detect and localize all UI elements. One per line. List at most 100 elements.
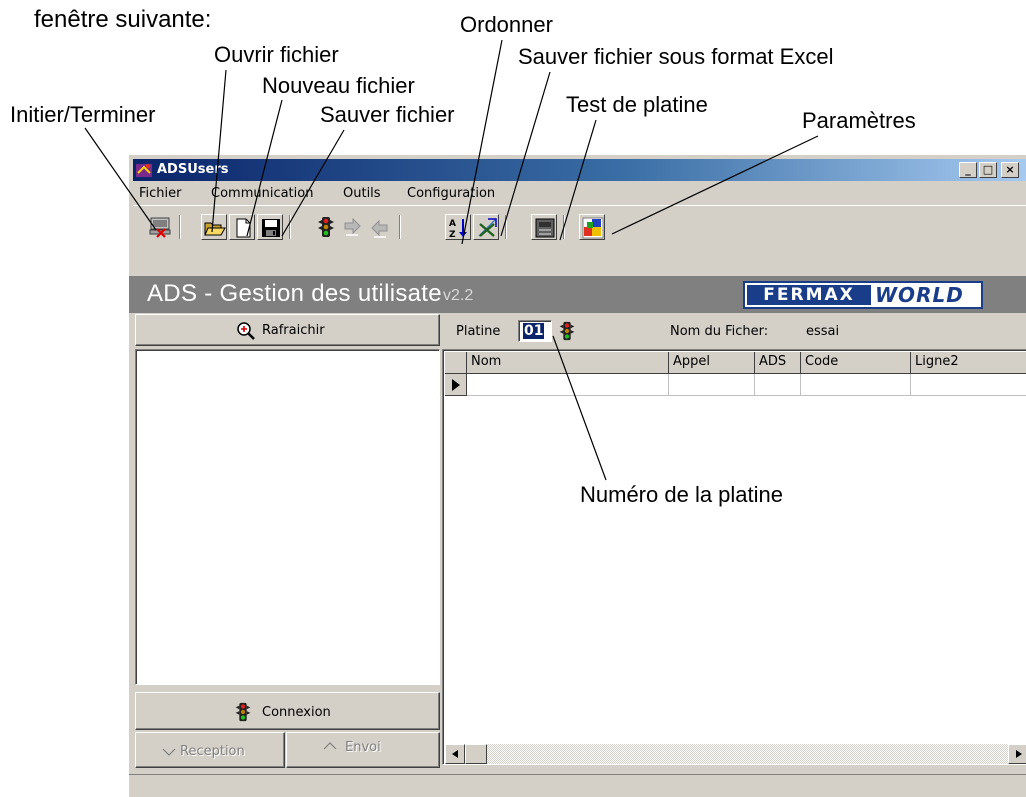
arrow-right-icon [1016,750,1022,758]
callout-ouvrir-fichier: Ouvrir fichier [214,42,339,67]
grid-corner [445,352,467,374]
callout-sauver-excel: Sauver fichier sous format Excel [518,44,834,69]
receive-arrow-icon [344,217,361,236]
app-banner: ADS - Gestion des utilisateurs v2.2 FERM… [129,276,1026,313]
column-header-nom[interactable]: Nom [467,352,669,374]
test-platine-button[interactable] [531,214,557,240]
platine-list[interactable] [135,349,440,685]
table-cell-nom[interactable] [467,374,669,396]
toolbar-separator [563,215,565,239]
svg-text:Z: Z [449,230,456,240]
maximize-button[interactable]: □ [979,162,997,178]
status-bar [129,774,1026,797]
connect-toolbar-button[interactable] [313,214,339,240]
callout-initier-terminer: Initier/Terminer [10,102,156,127]
sort-az-icon: A Z [449,219,467,240]
menu-outils[interactable]: Outils [343,186,381,201]
toolbar-separator [179,215,181,239]
scroll-left-button[interactable] [445,744,465,764]
zoom-refresh-icon [237,322,255,340]
user-grid[interactable]: Nom Appel ADS Code Ligne2 [442,349,1026,765]
callout-numero-platine: Numéro de la platine [580,482,784,507]
panel-test-icon [535,218,555,238]
menu-fichier[interactable]: Fichier [139,186,182,201]
table-cell-ligne2[interactable] [911,374,1026,396]
envoi-label: Envoi [345,740,381,755]
toolbar-separator [289,215,291,239]
sort-button[interactable]: A Z [445,214,471,240]
callout-ordonner: Ordonner [460,12,553,37]
menu-communication[interactable]: Communication [211,186,313,201]
parameters-icon [582,217,604,239]
refresh-button[interactable]: Rafraichir [135,314,440,346]
column-header-code[interactable]: Code [801,352,911,374]
table-cell-code[interactable] [801,374,911,396]
table-cell-ads[interactable] [755,374,801,396]
horizontal-scrollbar[interactable] [445,744,1026,764]
file-name-value: essai [806,324,840,339]
fermax-world-logo: FERMAX WORLD [743,281,983,309]
open-file-button[interactable] [201,214,227,240]
initiate-terminate-icon [149,217,171,238]
file-name-label: Nom du Ficher: [670,324,769,339]
save-excel-button[interactable] [473,214,499,240]
open-folder-icon [204,222,226,236]
row-indicator[interactable] [445,374,467,396]
toolbar-separator [399,215,401,239]
minimize-button[interactable]: _ [959,162,977,178]
arrow-left-icon [452,750,458,758]
traffic-light-icon [559,321,575,341]
reception-label: Reception [180,744,245,759]
toolbar: A Z [133,205,1026,249]
receive-toolbar-button[interactable] [339,214,365,240]
send-arrow-icon [371,219,388,238]
callout-parametres: Paramètres [802,108,916,133]
parameters-button[interactable] [579,214,605,240]
refresh-label: Rafraichir [262,323,325,338]
envoi-button[interactable]: Envoi [286,732,440,768]
column-header-appel[interactable]: Appel [669,352,755,374]
traffic-light-icon [318,217,334,237]
column-header-ligne2[interactable]: Ligne2 [911,352,1026,374]
adsusers-window: ADSUsers _ □ × Fichier Communication Out… [128,154,1026,797]
callout-nouveau-fichier: Nouveau fichier [262,73,415,98]
scroll-right-button[interactable] [1008,744,1026,764]
chevron-up-icon [323,742,337,750]
fermax-logo-text: FERMAX [747,285,871,305]
close-button[interactable]: × [1001,162,1019,178]
row-pointer-icon [452,379,460,391]
world-logo-text: WORLD [875,283,964,307]
platine-row: Platine 01 Nom du Ficher: essai [442,314,1026,347]
connect-button[interactable]: Connexion [135,692,440,730]
column-header-ads[interactable]: ADS [755,352,801,374]
title-bar[interactable]: ADSUsers _ □ × [133,159,1026,181]
right-panel: Platine 01 Nom du Ficher: essai Nom Appe… [442,314,1026,766]
callout-sauver-fichier: Sauver fichier [320,102,455,127]
new-file-icon [236,218,251,238]
table-cell-appel[interactable] [669,374,755,396]
menu-bar: Fichier Communication Outils Configurati… [133,182,1026,204]
chevron-down-icon [162,748,176,756]
excel-export-icon [478,218,497,237]
connect-label: Connexion [262,705,331,720]
save-file-button[interactable] [257,214,283,240]
window-title: ADSUsers [157,162,229,177]
send-toolbar-button[interactable] [367,214,393,240]
svg-text:A: A [449,219,456,229]
menu-configuration[interactable]: Configuration [407,186,495,201]
initiate-terminate-button[interactable] [147,214,173,240]
banner-title: ADS - Gestion des utilisateurs [147,280,477,307]
traffic-light-icon [235,702,251,722]
platine-label: Platine [456,324,501,339]
callout-test-platine: Test de platine [566,92,708,117]
save-disk-icon [262,219,280,237]
left-panel: Rafraichir Connexion Reception Envoi [135,314,440,768]
version-label: v2.2 [443,288,478,304]
scroll-thumb[interactable] [465,744,487,764]
toolbar-separator [505,215,507,239]
app-icon [136,163,152,177]
reception-button[interactable]: Reception [135,732,285,768]
platine-number-value: 01 [523,323,545,339]
new-file-button[interactable] [229,214,255,240]
platine-number-field[interactable]: 01 [518,320,552,342]
